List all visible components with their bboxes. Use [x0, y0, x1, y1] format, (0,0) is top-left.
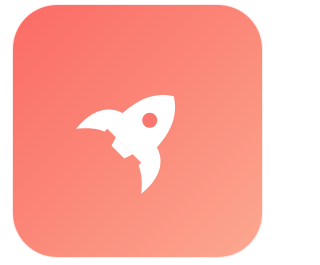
rocket-icon: [76, 95, 175, 194]
app-icon-tile[interactable]: [13, 5, 262, 257]
